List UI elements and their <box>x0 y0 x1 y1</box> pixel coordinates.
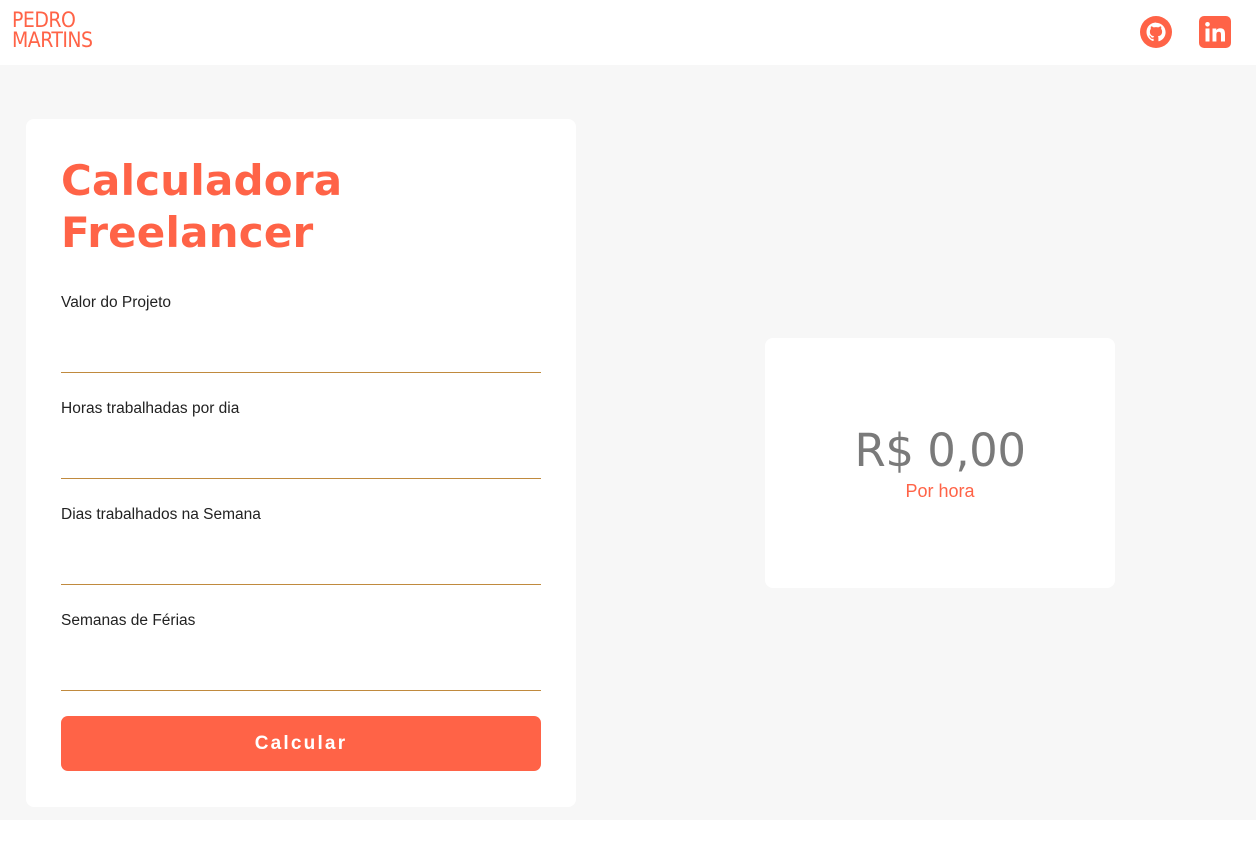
calculate-button[interactable]: Calcular <box>61 716 541 771</box>
project-value-input[interactable] <box>61 340 541 373</box>
hourly-rate-value: R$ 0,00 <box>854 424 1026 477</box>
logo-line-last-name: MARTINS <box>12 28 93 52</box>
linkedin-icon <box>1199 16 1231 48</box>
vacation-weeks-label: Semanas de Férias <box>61 612 196 629</box>
linkedin-link[interactable] <box>1199 16 1231 48</box>
github-icon <box>1140 16 1172 48</box>
vacation-weeks-input[interactable] <box>61 658 541 691</box>
hours-per-day-label: Horas trabalhadas por dia <box>61 400 240 417</box>
site-header: PEDRO MARTINS <box>0 0 1256 65</box>
logo[interactable]: PEDRO MARTINS <box>12 8 96 52</box>
result-card: R$ 0,00 Por hora <box>765 338 1115 588</box>
calculator-form-card: Calculadora Freelancer Valor do Projeto … <box>26 119 576 807</box>
logo-line-first-name: PEDRO <box>12 8 76 32</box>
main-area: Calculadora Freelancer Valor do Projeto … <box>0 65 1256 820</box>
days-per-week-input[interactable] <box>61 552 541 585</box>
page-title: Calculadora Freelancer <box>61 156 343 257</box>
hours-per-day-input[interactable] <box>61 446 541 479</box>
days-per-week-label: Dias trabalhados na Semana <box>61 506 261 523</box>
project-value-label: Valor do Projeto <box>61 294 171 311</box>
github-link[interactable] <box>1140 16 1172 48</box>
hourly-rate-unit: Por hora <box>905 481 975 501</box>
